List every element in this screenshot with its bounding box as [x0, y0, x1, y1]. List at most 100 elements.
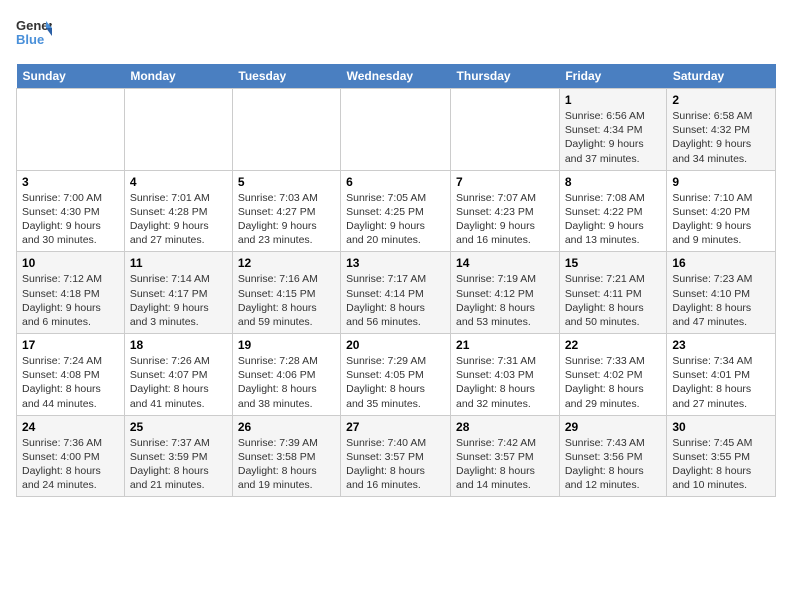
- day-info: Sunrise: 7:10 AM Sunset: 4:20 PM Dayligh…: [672, 191, 770, 248]
- calendar-cell: 7 Sunrise: 7:07 AM Sunset: 4:23 PM Daylig…: [451, 170, 560, 252]
- calendar-cell: 13 Sunrise: 7:17 AM Sunset: 4:14 PM Dayli…: [341, 252, 451, 334]
- day-info: Sunrise: 7:21 AM Sunset: 4:11 PM Dayligh…: [565, 272, 662, 329]
- calendar-cell: 12 Sunrise: 7:16 AM Sunset: 4:15 PM Dayli…: [232, 252, 340, 334]
- day-info: Sunrise: 7:34 AM Sunset: 4:01 PM Dayligh…: [672, 354, 770, 411]
- day-info: Sunrise: 6:56 AM Sunset: 4:34 PM Dayligh…: [565, 109, 662, 166]
- day-number: 1: [565, 93, 662, 107]
- page-header: General Blue: [16, 16, 776, 52]
- day-number: 18: [130, 338, 227, 352]
- calendar-cell: 26 Sunrise: 7:39 AM Sunset: 3:58 PM Dayli…: [232, 415, 340, 497]
- day-info: Sunrise: 7:36 AM Sunset: 4:00 PM Dayligh…: [22, 436, 119, 493]
- calendar-cell: 19 Sunrise: 7:28 AM Sunset: 4:06 PM Dayli…: [232, 334, 340, 416]
- calendar-cell: 27 Sunrise: 7:40 AM Sunset: 3:57 PM Dayli…: [341, 415, 451, 497]
- calendar-cell: [232, 89, 340, 171]
- day-info: Sunrise: 7:01 AM Sunset: 4:28 PM Dayligh…: [130, 191, 227, 248]
- day-info: Sunrise: 7:05 AM Sunset: 4:25 PM Dayligh…: [346, 191, 445, 248]
- day-number: 13: [346, 256, 445, 270]
- week-row-2: 3Sunrise: 7:00 AM Sunset: 4:30 PM Daylig…: [17, 170, 776, 252]
- day-number: 8: [565, 175, 662, 189]
- day-number: 12: [238, 256, 335, 270]
- calendar-table: SundayMondayTuesdayWednesdayThursdayFrid…: [16, 64, 776, 497]
- day-info: Sunrise: 7:16 AM Sunset: 4:15 PM Dayligh…: [238, 272, 335, 329]
- day-number: 22: [565, 338, 662, 352]
- day-number: 5: [238, 175, 335, 189]
- calendar-cell: 6 Sunrise: 7:05 AM Sunset: 4:25 PM Daylig…: [341, 170, 451, 252]
- day-number: 9: [672, 175, 770, 189]
- day-info: Sunrise: 7:29 AM Sunset: 4:05 PM Dayligh…: [346, 354, 445, 411]
- day-info: Sunrise: 7:17 AM Sunset: 4:14 PM Dayligh…: [346, 272, 445, 329]
- day-info: Sunrise: 7:40 AM Sunset: 3:57 PM Dayligh…: [346, 436, 445, 493]
- day-info: Sunrise: 7:03 AM Sunset: 4:27 PM Dayligh…: [238, 191, 335, 248]
- day-number: 7: [456, 175, 554, 189]
- day-number: 11: [130, 256, 227, 270]
- day-info: Sunrise: 7:37 AM Sunset: 3:59 PM Dayligh…: [130, 436, 227, 493]
- col-header-wednesday: Wednesday: [341, 64, 451, 89]
- day-number: 29: [565, 420, 662, 434]
- calendar-cell: 4 Sunrise: 7:01 AM Sunset: 4:28 PM Daylig…: [124, 170, 232, 252]
- week-row-3: 10 Sunrise: 7:12 AM Sunset: 4:18 PM Dayli…: [17, 252, 776, 334]
- calendar-cell: 17Sunrise: 7:24 AM Sunset: 4:08 PM Dayli…: [17, 334, 125, 416]
- calendar-cell: 22 Sunrise: 7:33 AM Sunset: 4:02 PM Dayli…: [559, 334, 667, 416]
- day-number: 26: [238, 420, 335, 434]
- calendar-cell: 24 Sunrise: 7:36 AM Sunset: 4:00 PM Dayli…: [17, 415, 125, 497]
- day-info: Sunrise: 7:28 AM Sunset: 4:06 PM Dayligh…: [238, 354, 335, 411]
- calendar-cell: 23 Sunrise: 7:34 AM Sunset: 4:01 PM Dayli…: [667, 334, 776, 416]
- day-number: 15: [565, 256, 662, 270]
- day-number: 6: [346, 175, 445, 189]
- day-number: 21: [456, 338, 554, 352]
- week-row-1: 1 Sunrise: 6:56 AM Sunset: 4:34 PM Daylig…: [17, 89, 776, 171]
- calendar-cell: [341, 89, 451, 171]
- col-header-friday: Friday: [559, 64, 667, 89]
- calendar-cell: 28 Sunrise: 7:42 AM Sunset: 3:57 PM Dayli…: [451, 415, 560, 497]
- day-info: Sunrise: 7:42 AM Sunset: 3:57 PM Dayligh…: [456, 436, 554, 493]
- day-number: 19: [238, 338, 335, 352]
- day-info: Sunrise: 7:33 AM Sunset: 4:02 PM Dayligh…: [565, 354, 662, 411]
- calendar-cell: [17, 89, 125, 171]
- calendar-cell: 3Sunrise: 7:00 AM Sunset: 4:30 PM Daylig…: [17, 170, 125, 252]
- col-header-thursday: Thursday: [451, 64, 560, 89]
- calendar-cell: 8 Sunrise: 7:08 AM Sunset: 4:22 PM Daylig…: [559, 170, 667, 252]
- day-number: 3: [22, 175, 119, 189]
- calendar-cell: [124, 89, 232, 171]
- day-info: Sunrise: 7:19 AM Sunset: 4:12 PM Dayligh…: [456, 272, 554, 329]
- day-info: Sunrise: 7:43 AM Sunset: 3:56 PM Dayligh…: [565, 436, 662, 493]
- week-row-4: 17Sunrise: 7:24 AM Sunset: 4:08 PM Dayli…: [17, 334, 776, 416]
- day-number: 14: [456, 256, 554, 270]
- calendar-cell: 11 Sunrise: 7:14 AM Sunset: 4:17 PM Dayli…: [124, 252, 232, 334]
- calendar-cell: 1 Sunrise: 6:56 AM Sunset: 4:34 PM Daylig…: [559, 89, 667, 171]
- day-number: 23: [672, 338, 770, 352]
- day-number: 4: [130, 175, 227, 189]
- day-info: Sunrise: 7:08 AM Sunset: 4:22 PM Dayligh…: [565, 191, 662, 248]
- calendar-cell: 21 Sunrise: 7:31 AM Sunset: 4:03 PM Dayli…: [451, 334, 560, 416]
- day-info: Sunrise: 6:58 AM Sunset: 4:32 PM Dayligh…: [672, 109, 770, 166]
- calendar-cell: 9 Sunrise: 7:10 AM Sunset: 4:20 PM Daylig…: [667, 170, 776, 252]
- day-info: Sunrise: 7:26 AM Sunset: 4:07 PM Dayligh…: [130, 354, 227, 411]
- day-number: 27: [346, 420, 445, 434]
- calendar-cell: [451, 89, 560, 171]
- col-header-monday: Monday: [124, 64, 232, 89]
- day-info: Sunrise: 7:07 AM Sunset: 4:23 PM Dayligh…: [456, 191, 554, 248]
- calendar-cell: 16Sunrise: 7:23 AM Sunset: 4:10 PM Dayli…: [667, 252, 776, 334]
- day-info: Sunrise: 7:39 AM Sunset: 3:58 PM Dayligh…: [238, 436, 335, 493]
- svg-text:Blue: Blue: [16, 32, 44, 47]
- calendar-cell: 20Sunrise: 7:29 AM Sunset: 4:05 PM Dayli…: [341, 334, 451, 416]
- day-number: 24: [22, 420, 119, 434]
- day-number: 25: [130, 420, 227, 434]
- day-info: Sunrise: 7:12 AM Sunset: 4:18 PM Dayligh…: [22, 272, 119, 329]
- calendar-cell: 14 Sunrise: 7:19 AM Sunset: 4:12 PM Dayli…: [451, 252, 560, 334]
- logo-icon: General Blue: [16, 16, 52, 52]
- col-header-tuesday: Tuesday: [232, 64, 340, 89]
- calendar-cell: 18 Sunrise: 7:26 AM Sunset: 4:07 PM Dayli…: [124, 334, 232, 416]
- day-number: 10: [22, 256, 119, 270]
- day-info: Sunrise: 7:14 AM Sunset: 4:17 PM Dayligh…: [130, 272, 227, 329]
- day-number: 28: [456, 420, 554, 434]
- calendar-cell: 30Sunrise: 7:45 AM Sunset: 3:55 PM Dayli…: [667, 415, 776, 497]
- calendar-cell: 2Sunrise: 6:58 AM Sunset: 4:32 PM Daylig…: [667, 89, 776, 171]
- day-info: Sunrise: 7:23 AM Sunset: 4:10 PM Dayligh…: [672, 272, 770, 329]
- col-header-sunday: Sunday: [17, 64, 125, 89]
- calendar-cell: 5 Sunrise: 7:03 AM Sunset: 4:27 PM Daylig…: [232, 170, 340, 252]
- day-number: 17: [22, 338, 119, 352]
- calendar-cell: 10 Sunrise: 7:12 AM Sunset: 4:18 PM Dayli…: [17, 252, 125, 334]
- col-header-saturday: Saturday: [667, 64, 776, 89]
- day-info: Sunrise: 7:31 AM Sunset: 4:03 PM Dayligh…: [456, 354, 554, 411]
